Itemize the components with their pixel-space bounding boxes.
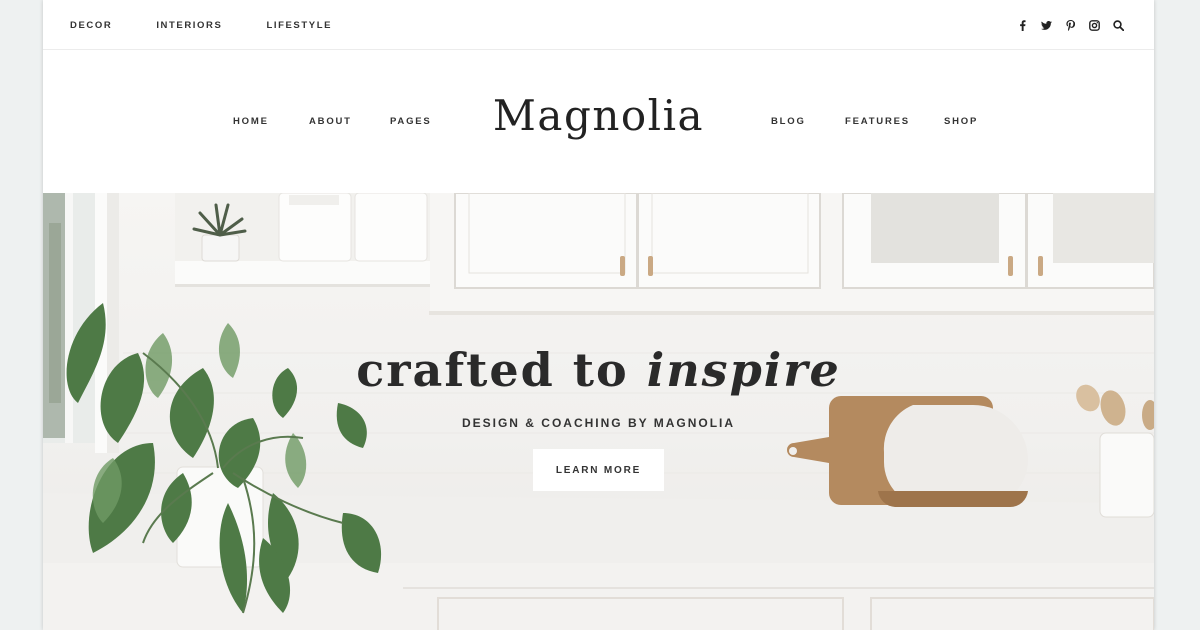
- hero-background-image: [43, 193, 1154, 630]
- learn-more-button[interactable]: LEARN MORE: [533, 449, 664, 491]
- top-nav-lifestyle[interactable]: LIFESTYLE: [266, 20, 332, 31]
- top-nav-decor[interactable]: DECOR: [70, 20, 112, 31]
- search-icon[interactable]: [1113, 19, 1124, 31]
- instagram-icon[interactable]: [1089, 19, 1100, 31]
- top-nav: DECOR INTERIORS LIFESTYLE: [70, 0, 376, 50]
- facebook-icon[interactable]: [1017, 19, 1028, 31]
- hero-subtitle: DESIGN & COACHING BY MAGNOLIA: [461, 416, 736, 430]
- site-logo[interactable]: Magnolia: [43, 91, 1154, 140]
- social-icons: [1004, 0, 1124, 50]
- hero-title-italic: inspire: [646, 343, 841, 397]
- hero-banner: crafted to inspire DESIGN & COACHING BY …: [43, 193, 1154, 630]
- top-bar: DECOR INTERIORS LIFESTYLE: [43, 0, 1154, 50]
- site-header: HOME ABOUT PAGES BLOG FEATURES SHOP Magn…: [43, 51, 1154, 193]
- page-frame: DECOR INTERIORS LIFESTYLE HOME ABOUT PAG…: [43, 0, 1154, 630]
- hero-title-plain: crafted to: [356, 343, 647, 397]
- hero-title: crafted to inspire: [43, 343, 1154, 397]
- top-nav-interiors[interactable]: INTERIORS: [156, 20, 222, 31]
- twitter-icon[interactable]: [1041, 20, 1052, 31]
- pinterest-icon[interactable]: [1065, 19, 1076, 31]
